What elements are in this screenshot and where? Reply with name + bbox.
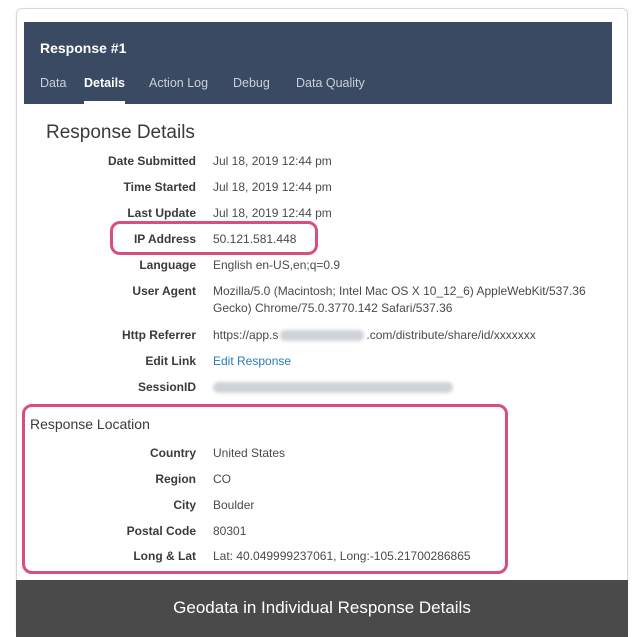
detail-label: Language bbox=[139, 258, 196, 272]
detail-row-date-submitted: Date Submitted Jul 18, 2019 12:44 pm bbox=[0, 154, 633, 172]
detail-value bbox=[213, 380, 453, 394]
referrer-prefix: https://app.s bbox=[213, 328, 279, 342]
detail-row-session-id: SessionID bbox=[0, 380, 633, 398]
location-label: Long & Lat bbox=[133, 549, 196, 563]
location-row-postal-code: Postal Code 80301 bbox=[0, 524, 633, 542]
location-row-region: Region CO bbox=[0, 472, 633, 490]
detail-label: User Agent bbox=[132, 284, 196, 298]
location-row-long-lat: Long & Lat Lat: 40.049999237061, Long:-1… bbox=[0, 549, 633, 567]
caption-text: Geodata in Individual Response Details bbox=[173, 598, 471, 617]
detail-value-line2: Gecko) Chrome/75.0.3770.142 Safari/537.3… bbox=[213, 301, 453, 315]
tab-debug[interactable]: Debug bbox=[233, 76, 270, 104]
detail-row-language: Language English en-US,en;q=0.9 bbox=[0, 258, 633, 276]
location-value: United States bbox=[213, 446, 286, 460]
tab-action-log[interactable]: Action Log bbox=[149, 76, 208, 104]
location-value: 80301 bbox=[213, 524, 247, 538]
tab-details[interactable]: Details bbox=[84, 76, 125, 104]
detail-label: Http Referrer bbox=[121, 328, 196, 342]
detail-label: SessionID bbox=[137, 380, 196, 394]
redacted-session-id bbox=[213, 382, 453, 394]
location-label: Region bbox=[155, 472, 196, 486]
response-title: Response #1 bbox=[40, 40, 127, 56]
location-label: City bbox=[173, 498, 196, 512]
location-value: Boulder bbox=[213, 498, 255, 512]
detail-value: Jul 18, 2019 12:44 pm bbox=[213, 206, 332, 220]
tab-data[interactable]: Data bbox=[40, 76, 66, 104]
location-value: CO bbox=[213, 472, 231, 486]
detail-row-http-referrer: Http Referrer https://app.s .com/distribu… bbox=[0, 328, 633, 346]
detail-row-user-agent: User Agent Mozilla/5.0 (Macintosh; Intel… bbox=[0, 284, 633, 315]
detail-value: https://app.s .com/distribute/share/id/xx… bbox=[213, 328, 536, 342]
location-label: Country bbox=[150, 446, 196, 460]
tab-data-quality[interactable]: Data Quality bbox=[296, 76, 365, 104]
caption-bar: Geodata in Individual Response Details bbox=[16, 580, 628, 637]
detail-label: Last Update bbox=[127, 206, 196, 220]
response-tabs: Data Details Action Log Debug Data Quali… bbox=[24, 70, 612, 104]
response-details-title: Response Details bbox=[46, 122, 195, 143]
ip-address-highlight bbox=[110, 221, 318, 255]
detail-value: English en-US,en;q=0.9 bbox=[213, 258, 341, 272]
detail-value: Mozilla/5.0 (Macintosh; Intel Mac OS X 1… bbox=[213, 284, 586, 298]
location-row-city: City Boulder bbox=[0, 498, 633, 516]
detail-label: Date Submitted bbox=[107, 154, 196, 168]
detail-value: Jul 18, 2019 12:44 pm bbox=[213, 154, 332, 168]
location-row-country: Country United States bbox=[0, 446, 633, 464]
detail-label: Edit Link bbox=[145, 354, 196, 368]
location-label: Postal Code bbox=[126, 524, 196, 538]
location-value: Lat: 40.049999237061, Long:-105.21700286… bbox=[213, 549, 471, 563]
detail-row-time-started: Time Started Jul 18, 2019 12:44 pm bbox=[0, 180, 633, 198]
response-header: Response #1 Data Details Action Log Debu… bbox=[24, 22, 612, 104]
referrer-suffix: .com/distribute/share/id/xxxxxxx bbox=[366, 328, 536, 342]
edit-response-link[interactable]: Edit Response bbox=[213, 354, 291, 368]
detail-row-last-update: Last Update Jul 18, 2019 12:44 pm bbox=[0, 206, 633, 224]
redacted-block bbox=[280, 330, 365, 342]
response-location-title: Response Location bbox=[30, 416, 150, 432]
detail-label: Time Started bbox=[123, 180, 196, 194]
detail-row-edit-link: Edit Link Edit Response bbox=[0, 354, 633, 372]
detail-value: Jul 18, 2019 12:44 pm bbox=[213, 180, 332, 194]
